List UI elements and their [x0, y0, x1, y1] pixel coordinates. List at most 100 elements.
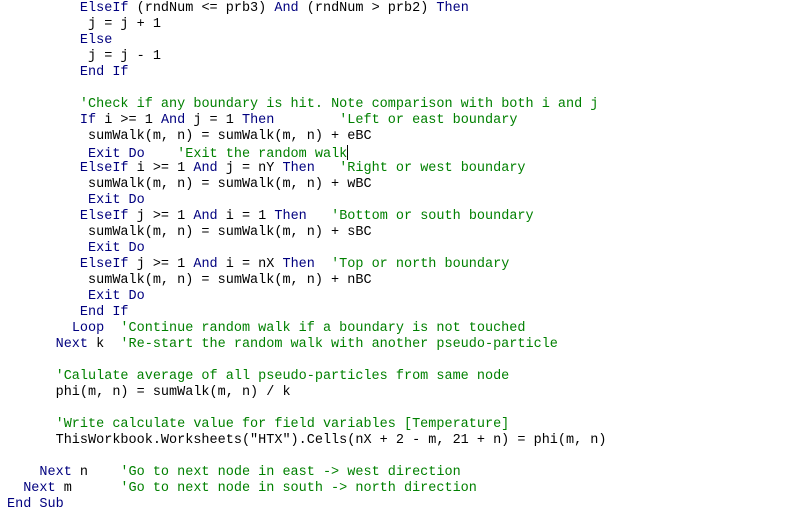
code-line[interactable]	[7, 353, 607, 369]
code-line[interactable]: ElseIf j >= 1 And i = nX Then 'Top or no…	[7, 257, 607, 273]
code-text: (rndNum <= prb3)	[128, 1, 275, 16]
code-line[interactable]: 'Write calculate value for field variabl…	[7, 417, 607, 433]
code-comment: 'Top or north boundary	[331, 257, 510, 272]
code-line[interactable]: End If	[7, 65, 607, 81]
code-line[interactable]: j = j + 1	[7, 17, 607, 33]
code-keyword: Then	[436, 1, 469, 16]
code-line[interactable]: ThisWorkbook.Worksheets("HTX").Cells(nX …	[7, 433, 607, 449]
code-line[interactable]: ElseIf (rndNum <= prb3) And (rndNum > pr…	[7, 1, 607, 17]
code-keyword: Then	[241, 113, 275, 128]
code-text: (rndNum > prb2)	[298, 1, 437, 16]
code-line[interactable]: sumWalk(m, n) = sumWalk(m, n) + nBC	[7, 273, 607, 289]
code-keyword: Then	[274, 209, 307, 224]
code-text: i >= 1	[96, 113, 161, 128]
code-line[interactable]: End Sub	[7, 497, 607, 513]
code-keyword: Next	[23, 481, 56, 496]
code-line[interactable]: End If	[7, 305, 607, 321]
code-text: k	[88, 337, 121, 352]
code-comment: 'Continue random walk if a boundary is n…	[120, 321, 526, 336]
code-comment: 'Calulate average of all pseudo-particle…	[55, 369, 510, 384]
code-keyword: End If	[79, 305, 129, 320]
code-keyword: Next	[55, 337, 89, 352]
code-line[interactable]: Exit Do	[7, 241, 607, 257]
code-keyword: Then	[282, 161, 315, 176]
code-editor[interactable]: ElseIf (rndNum <= prb3) And (rndNum > pr…	[7, 1, 607, 513]
code-line[interactable]: j = j - 1	[7, 49, 607, 65]
code-keyword: Next	[39, 465, 72, 480]
code-line[interactable]	[7, 449, 607, 465]
code-line[interactable]: phi(m, n) = sumWalk(m, n) / k	[7, 385, 607, 401]
code-text: j = nY	[217, 161, 283, 176]
code-keyword: ElseIf	[79, 1, 129, 16]
code-text: sumWalk(m, n) = sumWalk(m, n) + eBC	[88, 129, 372, 144]
code-comment: 'Bottom or south boundary	[331, 209, 534, 224]
code-comment: 'Re-start the random walk with another p…	[120, 337, 558, 352]
code-text: n	[71, 465, 121, 480]
code-comment: 'Exit the random walk	[177, 147, 348, 162]
code-line[interactable]: ElseIf i >= 1 And j = nY Then 'Right or …	[7, 161, 607, 177]
code-text: phi(m, n) = sumWalk(m, n) / k	[55, 385, 291, 400]
code-line[interactable]	[7, 81, 607, 97]
code-comment: 'Check if any boundary is hit. Note comp…	[79, 97, 599, 112]
code-line[interactable]: Else	[7, 33, 607, 49]
code-line[interactable]: Exit Do	[7, 289, 607, 305]
code-line[interactable]: sumWalk(m, n) = sumWalk(m, n) + eBC	[7, 129, 607, 145]
code-keyword: Else	[79, 33, 113, 48]
code-line[interactable]: Next n 'Go to next node in east -> west …	[7, 465, 607, 481]
code-line[interactable]: 'Calulate average of all pseudo-particle…	[7, 369, 607, 385]
code-line[interactable]: sumWalk(m, n) = sumWalk(m, n) + sBC	[7, 225, 607, 241]
code-text: m	[55, 481, 121, 496]
code-line[interactable]: If i >= 1 And j = 1 Then 'Left or east b…	[7, 113, 607, 129]
code-keyword: ElseIf	[79, 257, 129, 272]
code-keyword: And	[193, 161, 218, 176]
code-line[interactable]: Exit Do	[7, 193, 607, 209]
code-line[interactable]: ElseIf j >= 1 And i = 1 Then 'Bottom or …	[7, 209, 607, 225]
code-keyword: And	[160, 113, 186, 128]
code-keyword: End If	[79, 65, 129, 80]
code-text: sumWalk(m, n) = sumWalk(m, n) + nBC	[88, 273, 372, 288]
code-keyword: Exit Do	[88, 289, 145, 304]
code-line[interactable]: Exit Do 'Exit the random walk	[7, 145, 607, 162]
code-text: j >= 1	[128, 257, 194, 272]
code-comment: 'Write calculate value for field variabl…	[55, 417, 510, 432]
code-keyword: Exit Do	[88, 147, 145, 162]
code-keyword: And	[274, 1, 299, 16]
code-line[interactable]: Next k 'Re-start the random walk with an…	[7, 337, 607, 353]
code-line[interactable]: sumWalk(m, n) = sumWalk(m, n) + wBC	[7, 177, 607, 193]
code-text: j = 1	[185, 113, 242, 128]
code-keyword: Exit Do	[88, 241, 145, 256]
code-line[interactable]	[7, 401, 607, 417]
code-line[interactable]: 'Check if any boundary is hit. Note comp…	[7, 97, 607, 113]
code-text: i >= 1	[128, 161, 194, 176]
code-comment: 'Go to next node in east -> west directi…	[120, 465, 461, 480]
code-line[interactable]: Next m 'Go to next node in south -> nort…	[7, 481, 607, 497]
code-keyword: If	[79, 113, 97, 128]
code-keyword: ElseIf	[79, 161, 129, 176]
code-line[interactable]: Loop 'Continue random walk if a boundary…	[7, 321, 607, 337]
code-keyword: And	[193, 257, 218, 272]
code-text: j >= 1	[128, 209, 194, 224]
